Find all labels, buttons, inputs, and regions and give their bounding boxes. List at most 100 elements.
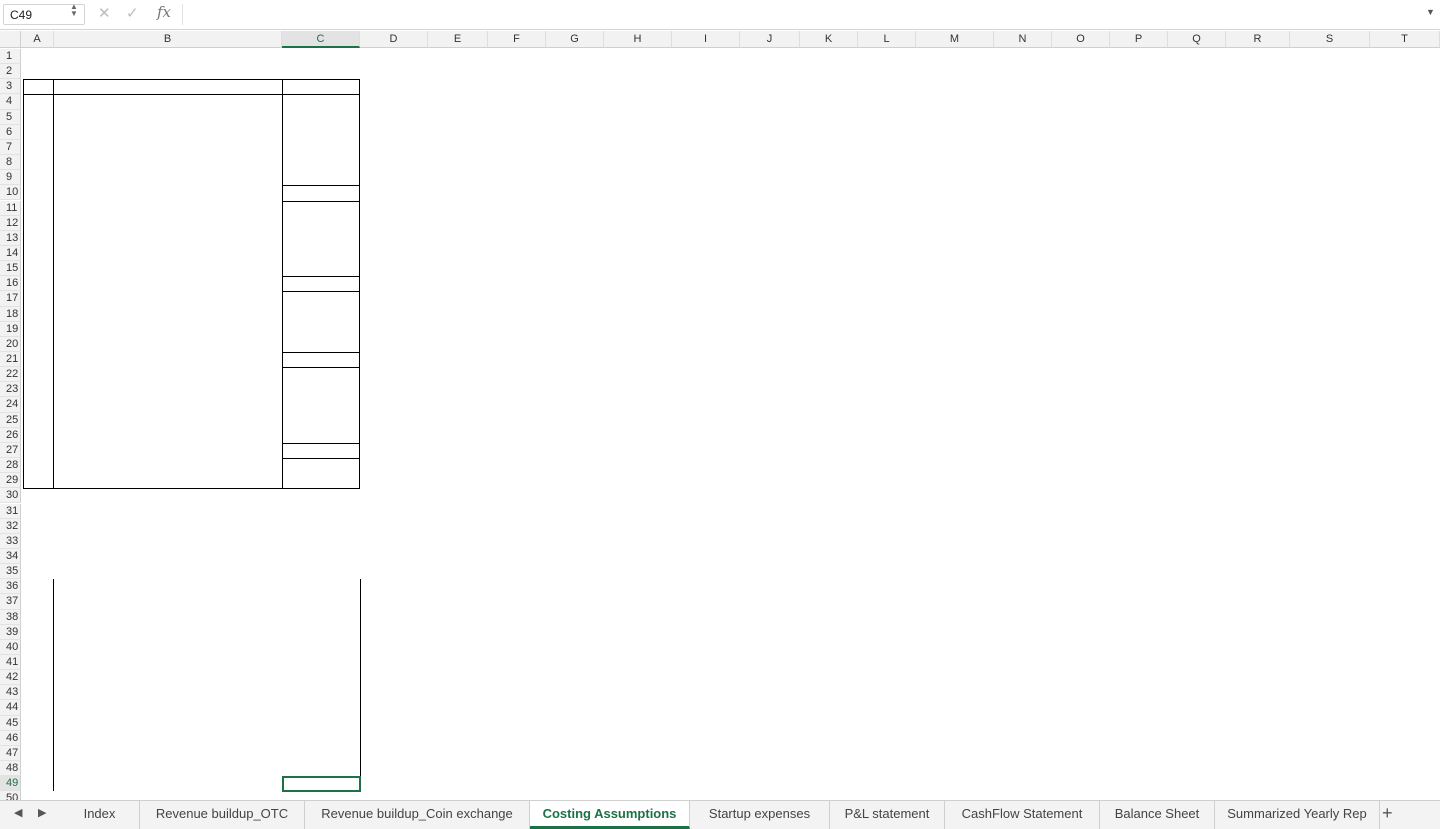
sheet-tab-costing-assumptions[interactable]: Costing Assumptions (530, 801, 690, 829)
row-header-30[interactable]: 30 (0, 488, 21, 504)
column-header-m[interactable]: M (916, 31, 994, 48)
column-header-q[interactable]: Q (1168, 31, 1226, 48)
row-header-1[interactable]: 1 (0, 49, 21, 65)
row-header-20[interactable]: 20 (0, 336, 21, 352)
total-bottom-border (283, 291, 360, 293)
next-sheet-icon[interactable]: ▶ (38, 806, 46, 819)
row-header-26[interactable]: 26 (0, 427, 21, 443)
row-header-22[interactable]: 22 (0, 367, 21, 383)
sheet-tab-cashflow-statement[interactable]: CashFlow Statement (945, 801, 1100, 829)
row-header-38[interactable]: 38 (0, 609, 21, 625)
row-header-28[interactable]: 28 (0, 458, 21, 474)
column-header-f[interactable]: F (488, 31, 546, 48)
table-border-top (23, 79, 360, 81)
row-header-5[interactable]: 5 (0, 109, 21, 125)
row-header-45[interactable]: 45 (0, 715, 21, 731)
confirm-icon[interactable]: ✓ (126, 4, 139, 22)
row-header-24[interactable]: 24 (0, 397, 21, 413)
row-header-19[interactable]: 19 (0, 321, 21, 337)
row-header-33[interactable]: 33 (0, 533, 21, 549)
row-header-48[interactable]: 48 (0, 761, 21, 777)
column-header-d[interactable]: D (360, 31, 428, 48)
column-header-o[interactable]: O (1052, 31, 1110, 48)
row-header-15[interactable]: 15 (0, 261, 21, 277)
sheet-tab-p-l-statement[interactable]: P&L statement (830, 801, 945, 829)
row-header-16[interactable]: 16 (0, 276, 21, 292)
row-header-17[interactable]: 17 (0, 291, 21, 307)
row-header-40[interactable]: 40 (0, 639, 21, 655)
row-header-7[interactable]: 7 (0, 139, 21, 156)
column-header-k[interactable]: K (800, 31, 858, 48)
column-header-p[interactable]: P (1110, 31, 1168, 48)
row-header-21[interactable]: 21 (0, 352, 21, 368)
expand-formula-bar-icon[interactable]: ▼ (1426, 7, 1435, 17)
row-header-43[interactable]: 43 (0, 685, 21, 701)
sheet-tab-balance-sheet[interactable]: Balance Sheet (1100, 801, 1215, 829)
row-header-47[interactable]: 47 (0, 745, 21, 762)
row-header-4[interactable]: 4 (0, 94, 21, 110)
row-header-32[interactable]: 32 (0, 518, 21, 534)
row-header-42[interactable]: 42 (0, 670, 21, 686)
column-header-g[interactable]: G (546, 31, 604, 48)
row-header-34[interactable]: 34 (0, 548, 21, 565)
row-header-31[interactable]: 31 (0, 503, 21, 519)
row-header-39[interactable]: 39 (0, 624, 21, 640)
row-header-44[interactable]: 44 (0, 700, 21, 716)
add-sheet-icon[interactable]: + (1382, 803, 1393, 824)
table-header-bottom (23, 94, 360, 96)
sheet-tab-summarized-yearly-rep[interactable]: Summarized Yearly Rep (1215, 801, 1380, 829)
table-border-left (23, 79, 24, 489)
column-header-e[interactable]: E (428, 31, 488, 48)
column-header-c[interactable]: C (282, 31, 360, 48)
column-header-l[interactable]: L (858, 31, 916, 48)
row-header-18[interactable]: 18 (0, 306, 21, 322)
sheet-tab-revenue-buildup-coin-exchange[interactable]: Revenue buildup_Coin exchange (305, 801, 530, 829)
row-header-37[interactable]: 37 (0, 594, 21, 610)
column-header-r[interactable]: R (1226, 31, 1290, 48)
row-header-25[interactable]: 25 (0, 412, 21, 428)
row-header-12[interactable]: 12 (0, 215, 21, 231)
sheet-tab-revenue-buildup-otc[interactable]: Revenue buildup_OTC (140, 801, 305, 829)
row-header-3[interactable]: 3 (0, 79, 21, 95)
column-header-a[interactable]: A (21, 31, 54, 48)
row-header-14[interactable]: 14 (0, 245, 21, 262)
total-bottom-border (283, 367, 360, 369)
column-header-t[interactable]: T (1370, 31, 1440, 48)
row-header-29[interactable]: 29 (0, 473, 21, 489)
row-header-23[interactable]: 23 (0, 382, 21, 398)
row-header-27[interactable]: 27 (0, 442, 21, 459)
sheet-tab-startup-expenses[interactable]: Startup expenses (690, 801, 830, 829)
table-border-sno (53, 79, 54, 489)
insert-function-icon[interactable]: fx (157, 3, 171, 21)
spreadsheet-app: { "formula_bar": {"name_box": "C49", "fo… (0, 0, 1440, 829)
cancel-icon[interactable]: ✕ (98, 4, 111, 22)
column-header-s[interactable]: S (1290, 31, 1370, 48)
total-top-border (283, 276, 360, 278)
column-header-h[interactable]: H (604, 31, 672, 48)
row-header-9[interactable]: 9 (0, 170, 21, 186)
row-header-13[interactable]: 13 (0, 230, 21, 246)
select-all-corner[interactable] (0, 31, 21, 48)
previous-sheet-icon[interactable]: ◀ (14, 806, 22, 819)
row-header-11[interactable]: 11 (0, 200, 21, 216)
column-header-b[interactable]: B (54, 31, 282, 48)
column-header-i[interactable]: I (672, 31, 740, 48)
formula-bar: C49 ▲ ▼ ✕ ✓ fx ▼ (0, 0, 1440, 30)
row-header-8[interactable]: 8 (0, 155, 21, 171)
row-header-2[interactable]: 2 (0, 64, 21, 80)
row-header-49[interactable]: 49 (0, 776, 21, 792)
row-header-36[interactable]: 36 (0, 579, 21, 595)
row-header-41[interactable]: 41 (0, 655, 21, 671)
name-box-stepper-icon[interactable]: ▲ ▼ (70, 3, 78, 18)
sheet-tab-bar: ◀ ▶ Index Revenue buildup_OTC Revenue buil… (0, 800, 1440, 829)
row-header-10[interactable]: 10 (0, 185, 21, 201)
row-header-6[interactable]: 6 (0, 124, 21, 140)
column-header-j[interactable]: J (740, 31, 800, 48)
row-header-35[interactable]: 35 (0, 564, 21, 580)
sheet-tab-index[interactable]: Index (60, 801, 140, 829)
formula-input[interactable] (190, 4, 1420, 25)
column-header-n[interactable]: N (994, 31, 1052, 48)
row-header-46[interactable]: 46 (0, 730, 21, 746)
total-bottom-border (283, 200, 360, 202)
selected-cell-c49[interactable] (282, 776, 361, 793)
